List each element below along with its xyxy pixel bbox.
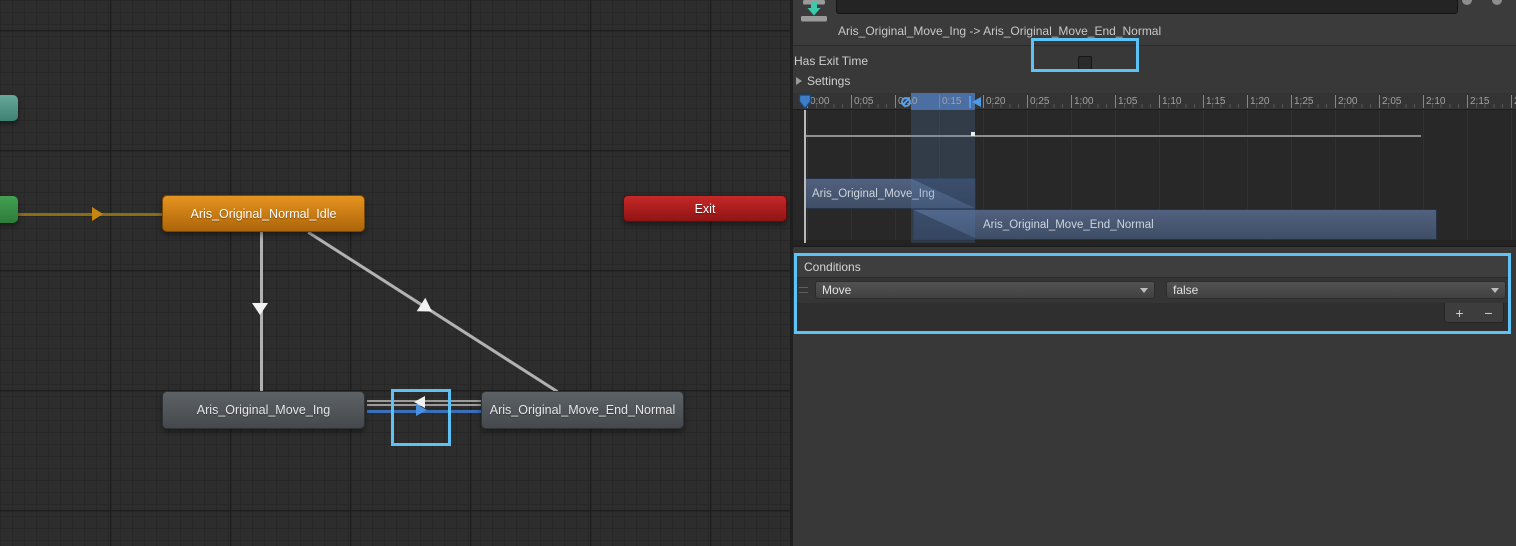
state-node-entry-partial[interactable] bbox=[0, 196, 18, 223]
tick-label: 1:20 bbox=[1247, 95, 1269, 108]
timeline-clip-move-end-normal[interactable]: Aris_Original_Move_End_Normal bbox=[913, 209, 1437, 240]
state-machine-canvas[interactable]: Aris_Original_Normal_Idle Exit Aris_Orig… bbox=[0, 0, 790, 546]
condition-value-dropdown[interactable]: false bbox=[1166, 281, 1506, 299]
transition-name-field[interactable] bbox=[836, 0, 1458, 14]
state-node-move-end-normal[interactable]: Aris_Original_Move_End_Normal bbox=[481, 391, 684, 429]
state-node-exit[interactable]: Exit bbox=[623, 195, 787, 222]
transition-arrow-icon bbox=[252, 303, 268, 315]
transition-icon bbox=[801, 0, 827, 22]
settings-foldout-label[interactable]: Settings bbox=[807, 74, 850, 88]
chevron-down-icon bbox=[1491, 288, 1499, 293]
add-condition-button[interactable]: + bbox=[1455, 305, 1463, 321]
tick-label: 0:15 bbox=[939, 95, 961, 108]
tick-label: 1:10 bbox=[1159, 95, 1181, 108]
transition-title: Aris_Original_Move_Ing -> Aris_Original_… bbox=[838, 24, 1161, 38]
has-exit-time-label: Has Exit Time bbox=[794, 54, 868, 68]
foldout-triangle-icon[interactable] bbox=[796, 77, 802, 85]
tick-label: 2:00 bbox=[1335, 95, 1357, 108]
tick-label: 1:15 bbox=[1203, 95, 1225, 108]
chevron-down-icon bbox=[1140, 288, 1148, 293]
selection-highlight-box bbox=[391, 389, 451, 446]
condition-parameter-value: Move bbox=[822, 283, 851, 297]
transition-start-marker-icon[interactable] bbox=[901, 97, 911, 107]
remove-condition-button[interactable]: − bbox=[1484, 305, 1492, 321]
tick-label: 1:05 bbox=[1115, 95, 1137, 108]
transition-entry-to-idle[interactable] bbox=[18, 213, 162, 216]
playhead-marker[interactable] bbox=[798, 94, 812, 110]
tick-label: 2:15 bbox=[1467, 95, 1489, 108]
state-node-anystate-partial[interactable] bbox=[0, 95, 18, 121]
tick-label: 0:25 bbox=[1027, 95, 1049, 108]
animator-window: Aris_Original_Normal_Idle Exit Aris_Orig… bbox=[0, 0, 1516, 546]
selection-highlight-box bbox=[1031, 38, 1139, 72]
blend-curve-endpoint[interactable] bbox=[971, 132, 975, 136]
exit-time-marker-icon[interactable] bbox=[972, 97, 981, 107]
timeline-bottom-strip bbox=[793, 240, 1516, 246]
transition-region-body[interactable] bbox=[911, 110, 975, 243]
transition-arrow-icon bbox=[92, 207, 103, 221]
conditions-list-buttons: + − bbox=[1444, 303, 1504, 323]
transition-idle-to-moveend[interactable] bbox=[308, 231, 559, 393]
condition-parameter-dropdown[interactable]: Move bbox=[815, 281, 1155, 299]
condition-value: false bbox=[1173, 283, 1198, 297]
playhead-line bbox=[804, 110, 806, 243]
conditions-header: Conditions bbox=[797, 256, 1508, 278]
tick-label: 1:25 bbox=[1291, 95, 1313, 108]
drag-handle-icon[interactable] bbox=[799, 287, 808, 293]
state-node-move-ing[interactable]: Aris_Original_Move_Ing bbox=[162, 391, 365, 429]
tick-label: 0:05 bbox=[851, 95, 873, 108]
tick-label: 2:05 bbox=[1379, 95, 1401, 108]
exit-time-marker-bar[interactable] bbox=[969, 96, 971, 108]
state-node-idle[interactable]: Aris_Original_Normal_Idle bbox=[162, 195, 365, 232]
blend-curve-line bbox=[806, 135, 1421, 137]
clip-label: Aris_Original_Move_End_Normal bbox=[983, 210, 1154, 239]
tick-label: 2:2 bbox=[1511, 95, 1516, 108]
tick-label: 0:20 bbox=[983, 95, 1005, 108]
tick-label: 1:00 bbox=[1071, 95, 1093, 108]
tick-label: 2:10 bbox=[1423, 95, 1445, 108]
conditions-footer bbox=[797, 303, 1508, 331]
